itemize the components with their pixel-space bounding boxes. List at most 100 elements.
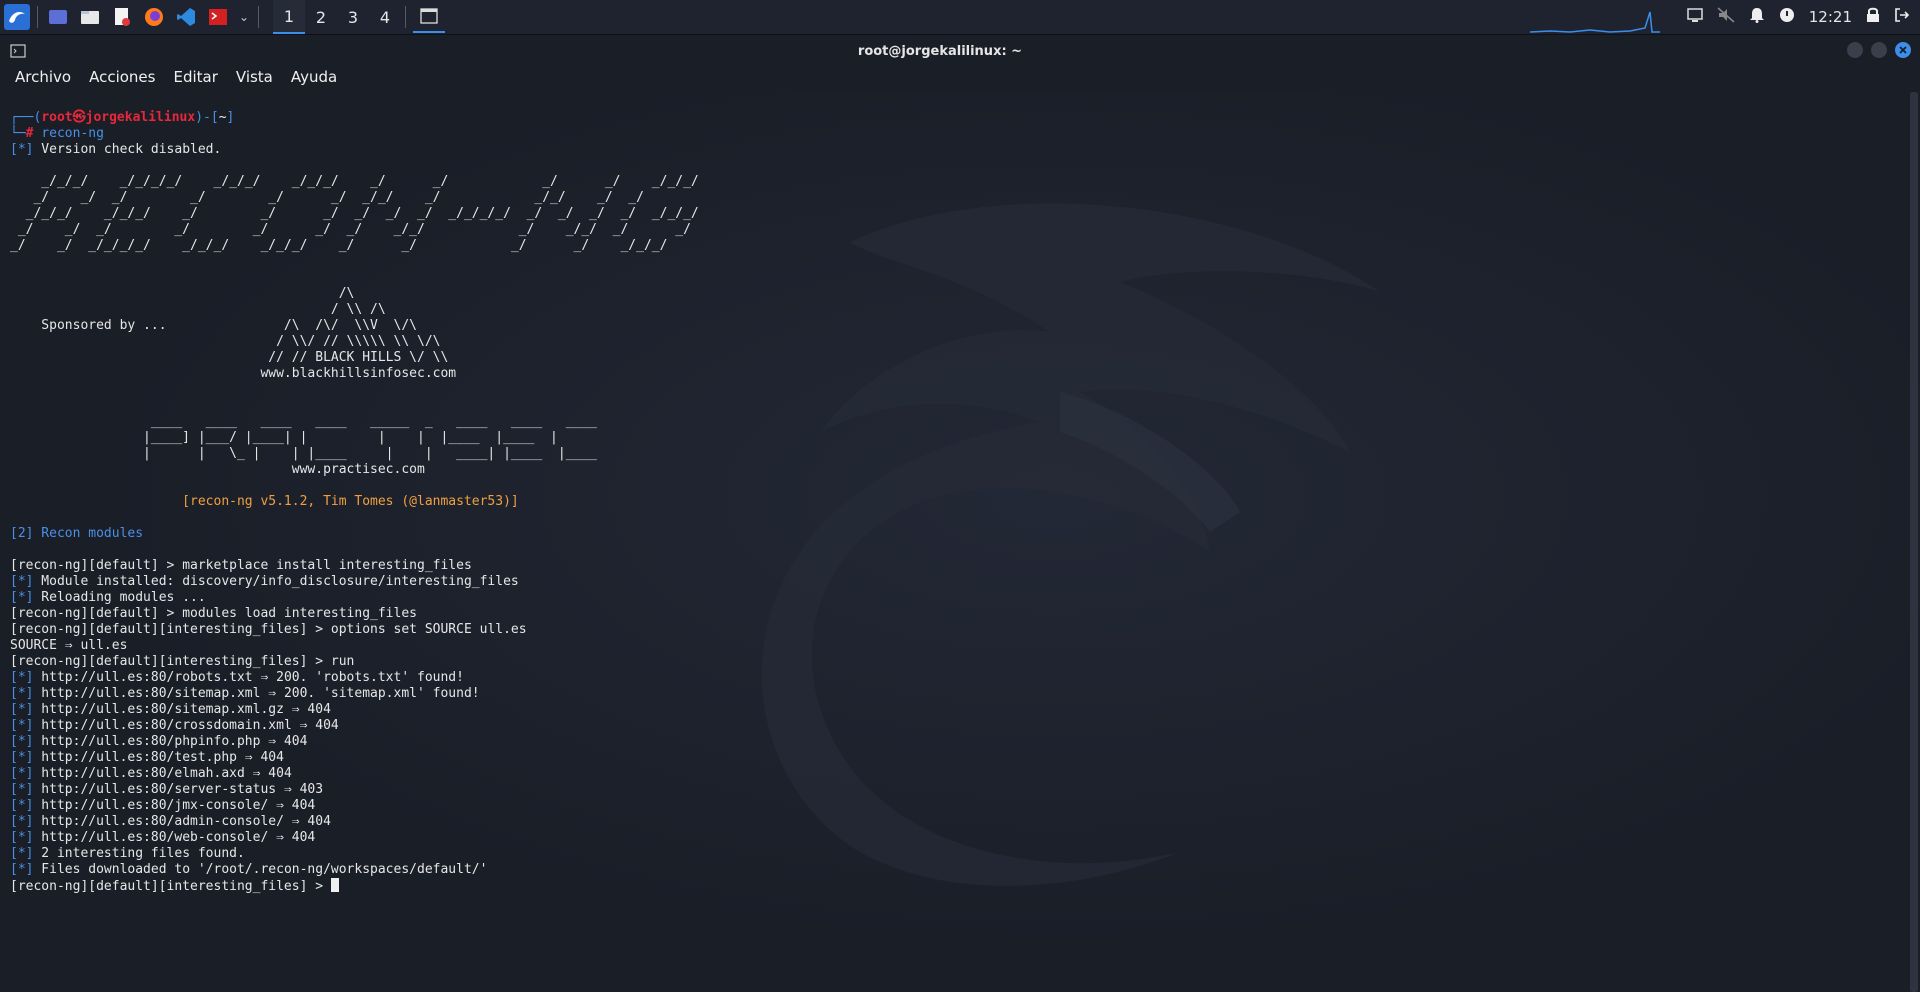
- practisec-art-line: |____] |___/ |____| | | | |____ |____ |: [10, 430, 699, 446]
- info-text: Version check disabled.: [33, 142, 222, 157]
- info-text: http://ull.es:80/phpinfo.php ⇒ 404: [33, 734, 308, 749]
- info-text: http://ull.es:80/web-console/ ⇒ 404: [33, 830, 316, 845]
- notifications-bell-icon[interactable]: [1749, 7, 1765, 27]
- shell-command-line: └─# recon-ng: [10, 126, 699, 142]
- info-text: http://ull.es:80/test.php ⇒ 404: [33, 750, 284, 765]
- minimize-button[interactable]: [1847, 42, 1863, 58]
- info-tag: [*]: [10, 798, 34, 813]
- bhis-art-line: / \\ /\: [10, 302, 699, 318]
- workspace-4[interactable]: 4: [369, 0, 401, 34]
- volume-muted-icon[interactable]: [1717, 7, 1735, 27]
- system-tray: 12:21: [1687, 0, 1920, 34]
- practisec-url-line: www.practisec.com: [10, 462, 699, 478]
- prompt-bracket: ┌──(: [10, 110, 42, 125]
- shell-prompt-line: ┌──(root㉿jorgekalilinux)-[~]: [10, 110, 699, 126]
- recon-prompt: [recon-ng][default][interesting_files] >: [10, 654, 331, 669]
- ascii-art: // // BLACK HILLS \/ \\: [10, 350, 449, 365]
- taskbar: ⌄ 1234 12:21: [0, 0, 1920, 35]
- info-tag: [*]: [10, 702, 34, 717]
- recon-command-line: [recon-ng][default][interesting_files] >…: [10, 622, 699, 638]
- lock-icon[interactable]: [1866, 7, 1880, 27]
- ascii-art: | | \_ | | |____ | | ____| |____ |____: [10, 446, 597, 461]
- chevron-down-icon[interactable]: ⌄: [237, 4, 251, 30]
- bhis-art-line: www.blackhillsinfosec.com: [10, 366, 699, 382]
- display-icon[interactable]: [1687, 8, 1703, 26]
- recon-command: modules load interesting_files: [182, 606, 417, 621]
- prompt-bracket: └─: [10, 126, 26, 141]
- window-title: root@jorgekalilinux: ~: [857, 43, 1023, 59]
- desktop-icon[interactable]: [45, 4, 71, 30]
- recon-output-line: [*] http://ull.es:80/test.php ⇒ 404: [10, 750, 699, 766]
- terminal-output[interactable]: ┌──(root㉿jorgekalilinux)-[~] └─# recon-ng…: [10, 110, 699, 894]
- scrollbar-thumb[interactable]: [1910, 92, 1918, 992]
- recon-prompt: [recon-ng][default][interesting_files] >: [10, 879, 331, 894]
- ascii-art: _/ _/ _/ _/ _/ _/ _/ _/_/ _/ _/_/ _/ _/: [10, 222, 691, 237]
- version-line: [recon-ng v5.1.2, Tim Tomes (@lanmaster5…: [10, 494, 699, 510]
- close-button[interactable]: [1895, 42, 1911, 58]
- vscode-icon[interactable]: [173, 4, 199, 30]
- bhis-art-line: Sponsored by ... /\ /\/ \\V \/\: [10, 318, 699, 334]
- menu-bar: Archivo Acciones Editar Vista Ayuda: [0, 64, 346, 90]
- bhis-art-line: // // BLACK HILLS \/ \\: [10, 350, 699, 366]
- logout-icon[interactable]: [1894, 7, 1910, 27]
- kali-menu-icon[interactable]: [4, 4, 30, 30]
- recon-version: [recon-ng v5.1.2, Tim Tomes (@lanmaster5…: [10, 494, 519, 509]
- file-manager-icon[interactable]: [77, 4, 103, 30]
- text-editor-icon[interactable]: [109, 4, 135, 30]
- clock[interactable]: 12:21: [1809, 8, 1852, 26]
- power-manager-icon[interactable]: [1779, 7, 1795, 27]
- maximize-button[interactable]: [1871, 42, 1887, 58]
- terminal-red-icon[interactable]: [205, 4, 231, 30]
- info-tag: [*]: [10, 670, 34, 685]
- menu-editar[interactable]: Editar: [164, 68, 226, 86]
- prompt-hash: #: [25, 126, 42, 141]
- info-text: Reloading modules ...: [33, 590, 206, 605]
- firefox-icon[interactable]: [141, 4, 167, 30]
- menu-ayuda[interactable]: Ayuda: [282, 68, 346, 86]
- modules-count-line: [2] Recon modules: [10, 526, 699, 542]
- recon-output-line: [*] Files downloaded to '/root/.recon-ng…: [10, 862, 699, 878]
- info-text: Files downloaded to '/root/.recon-ng/wor…: [33, 862, 488, 877]
- bhis-art-line: /\: [10, 286, 699, 302]
- info-text: http://ull.es:80/jmx-console/ ⇒ 404: [33, 798, 316, 813]
- ascii-art: ____ ____ ____ ____ _____ _ ____ ____ __…: [10, 414, 597, 429]
- ascii-art: / \\/ // \\\\\ \\ \/\: [10, 334, 441, 349]
- recon-command: run: [330, 654, 355, 669]
- recon-output-line: [*] http://ull.es:80/admin-console/ ⇒ 40…: [10, 814, 699, 830]
- recon-output-line: [*] http://ull.es:80/web-console/ ⇒ 404: [10, 830, 699, 846]
- banner-line: _/ _/ _/ _/ _/ _/ _/ _/_/ _/ _/_/ _/ _/: [10, 222, 699, 238]
- info-tag: [*]: [10, 142, 34, 157]
- ascii-art: _/_/_/ _/_/_/ _/ _/ _/ _/ _/ _/ _/_/_/_/…: [10, 206, 699, 221]
- terminal-task-icon[interactable]: [413, 1, 445, 33]
- window-titlebar[interactable]: root@jorgekalilinux: ~: [0, 38, 1920, 64]
- recon-output-line: [*] http://ull.es:80/sitemap.xml ⇒ 200. …: [10, 686, 699, 702]
- practisec-url: www.practisec.com: [10, 462, 425, 477]
- menu-vista[interactable]: Vista: [227, 68, 282, 86]
- workspace-1[interactable]: 1: [273, 0, 305, 34]
- terminal-scrollbar[interactable]: [1910, 92, 1918, 992]
- workspace-3[interactable]: 3: [337, 0, 369, 34]
- menu-acciones[interactable]: Acciones: [80, 68, 164, 86]
- workspace-2[interactable]: 2: [305, 0, 337, 34]
- info-tag: [*]: [10, 590, 34, 605]
- info-tag: [*]: [10, 734, 34, 749]
- ascii-art: _/ _/ _/ _/ _/ _/ _/_/ _/ _/_/ _/ _/: [10, 190, 644, 205]
- menu-archivo[interactable]: Archivo: [6, 68, 80, 86]
- recon-command-line: [recon-ng][default] > modules load inter…: [10, 606, 699, 622]
- info-text: http://ull.es:80/crossdomain.xml ⇒ 404: [33, 718, 339, 733]
- banner-line: _/_/_/ _/_/_/ _/ _/ _/ _/ _/ _/ _/_/_/_/…: [10, 206, 699, 222]
- recon-output-line: [*] http://ull.es:80/elmah.axd ⇒ 404: [10, 766, 699, 782]
- version-check-line: [*] Version check disabled.: [10, 142, 699, 158]
- recon-output-line: [*] http://ull.es:80/robots.txt ⇒ 200. '…: [10, 670, 699, 686]
- info-text: 2 interesting files found.: [33, 846, 245, 861]
- prompt-bracket: )-[: [195, 110, 219, 125]
- info-text: Module installed: discovery/info_disclos…: [33, 574, 519, 589]
- terminal-area[interactable]: ┌──(root㉿jorgekalilinux)-[~] └─# recon-ng…: [0, 92, 1920, 991]
- separator: [405, 6, 406, 28]
- active-prompt-line: [recon-ng][default][interesting_files] >: [10, 878, 699, 894]
